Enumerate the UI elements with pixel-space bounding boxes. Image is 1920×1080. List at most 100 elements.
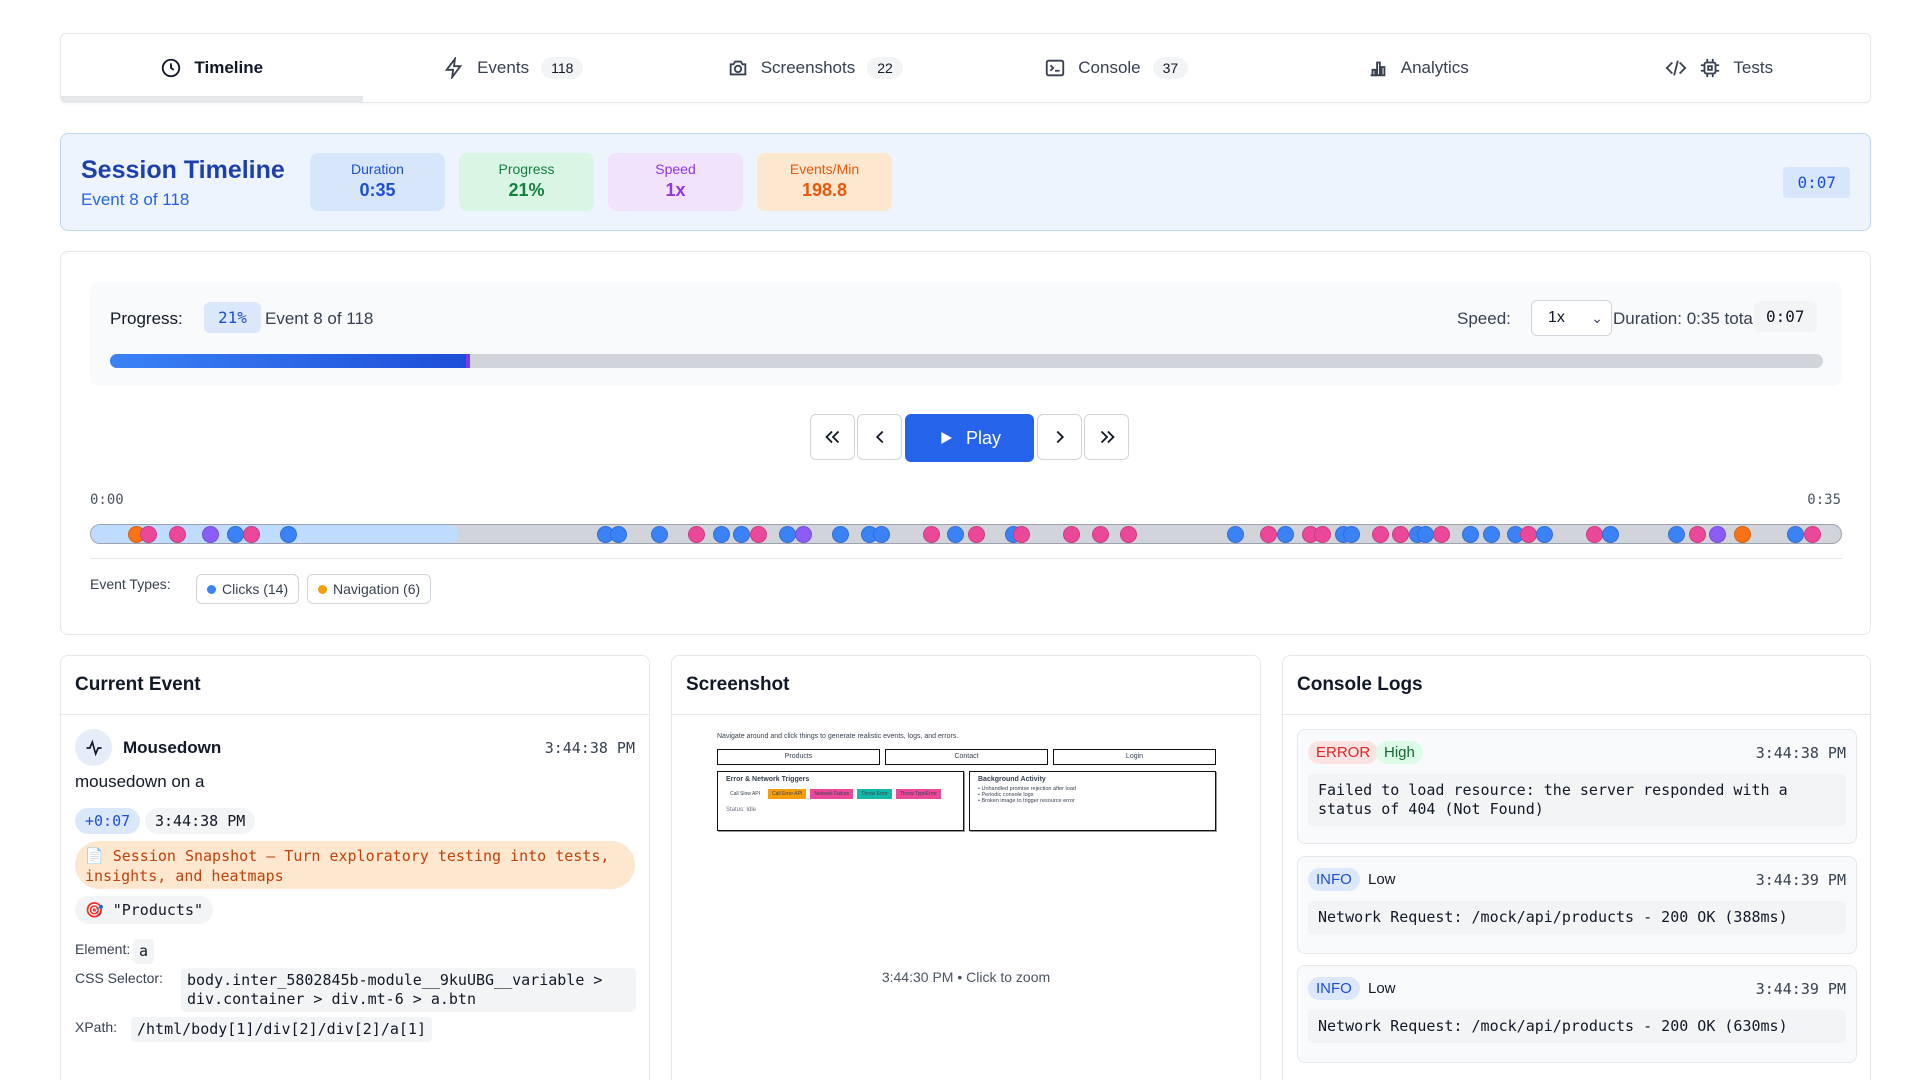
- timeline-event-marker[interactable]: [712, 526, 730, 543]
- timeline-event-marker[interactable]: [1416, 526, 1434, 543]
- tab-tests[interactable]: Tests: [1569, 34, 1871, 102]
- timeline-end-label: 0:35: [1807, 492, 1841, 508]
- terminal-icon: [1046, 59, 1065, 77]
- timeline-event-marker[interactable]: [1803, 526, 1821, 543]
- timeline-event-marker[interactable]: [1013, 526, 1031, 543]
- mini-button: Call Error API: [768, 789, 807, 799]
- previous-event-button[interactable]: [857, 414, 902, 460]
- mini-box-title: Background Activity: [978, 776, 1046, 783]
- mini-button: Network Failure: [810, 789, 854, 799]
- skip-to-start-button[interactable]: [810, 414, 855, 460]
- tab-label: Events: [477, 58, 530, 77]
- legend-navigation[interactable]: Navigation (6): [307, 574, 432, 604]
- current-time-display: 0:07: [1754, 301, 1817, 332]
- tab-timeline[interactable]: Timeline: [61, 34, 363, 102]
- timeline-event-marker[interactable]: [1733, 526, 1751, 543]
- playback-controls: Play: [810, 414, 1129, 462]
- tab-label: Analytics: [1400, 58, 1469, 77]
- timeline-event-marker[interactable]: [795, 526, 813, 543]
- progress-event-text: Event 8 of 118: [265, 309, 374, 328]
- xpath-value: /html/body[1]/div[2]/div[2]/a[1]: [131, 1017, 432, 1042]
- log-time: 3:44:39 PM: [1755, 871, 1846, 889]
- tab-bar: Timeline Events 118 Screenshots 22 Conso…: [60, 33, 1871, 103]
- timeline-event-marker[interactable]: [873, 526, 891, 543]
- log-time: 3:44:39 PM: [1755, 980, 1846, 998]
- timeline-event-marker[interactable]: [1342, 526, 1360, 543]
- double-chevron-right-icon: [1100, 430, 1115, 444]
- current-event-panel: Current Event Mousedown 3:44:38 PM mouse…: [60, 655, 650, 1080]
- tab-label: Screenshots: [760, 58, 856, 77]
- event-timeline[interactable]: [90, 524, 1842, 544]
- tab-screenshots[interactable]: Screenshots 22: [664, 34, 966, 102]
- timeline-event-marker[interactable]: [1536, 526, 1554, 543]
- timeline-event-marker[interactable]: [1062, 526, 1080, 543]
- absolute-time-badge: 3:44:38 PM: [145, 808, 256, 834]
- timeline-event-marker[interactable]: [1602, 526, 1620, 543]
- timeline-event-marker[interactable]: [1668, 526, 1686, 543]
- stat-duration: Duration 0:35: [310, 153, 445, 211]
- skip-to-end-button[interactable]: [1084, 414, 1129, 460]
- speed-select[interactable]: 1x ⌄: [1531, 300, 1612, 336]
- timeline-event-marker[interactable]: [778, 526, 796, 543]
- legend-label: Clicks (14): [222, 581, 289, 597]
- clock-icon: [162, 58, 181, 78]
- mini-button-row: Call Slow API Call Error API Network Fai…: [726, 789, 955, 799]
- timeline-event-marker[interactable]: [1392, 526, 1410, 543]
- timeline-event-marker[interactable]: [688, 526, 706, 543]
- screenshot-thumbnail[interactable]: Navigate around and click things to gene…: [717, 733, 1221, 855]
- chevron-right-icon: [1056, 430, 1064, 444]
- log-priority-badge: Low: [1368, 871, 1396, 888]
- legend-clicks[interactable]: Clicks (14): [196, 574, 300, 604]
- timeline-event-marker[interactable]: [1120, 526, 1138, 543]
- timeline-event-marker[interactable]: [1433, 526, 1451, 543]
- timeline-event-marker[interactable]: [1313, 526, 1331, 543]
- play-button[interactable]: Play: [905, 414, 1034, 462]
- timeline-event-marker[interactable]: [1462, 526, 1480, 543]
- timeline-event-marker[interactable]: [1227, 526, 1245, 543]
- stat-value: 1x: [665, 180, 686, 200]
- timeline-event-marker[interactable]: [1091, 526, 1109, 543]
- next-event-button[interactable]: [1037, 414, 1082, 460]
- timeline-event-marker[interactable]: [1585, 526, 1603, 543]
- log-priority-badge: Low: [1368, 980, 1396, 997]
- log-entry[interactable]: INFO Low 3:44:39 PM Network Request: /mo…: [1297, 856, 1857, 954]
- css-selector-value: body.inter_5802845b-module__9kuUBG__vari…: [181, 968, 636, 1012]
- player-panel: Progress: 21% Event 8 of 118 Speed: 1x ⌄…: [60, 251, 1871, 635]
- timeline-event-marker[interactable]: [1482, 526, 1500, 543]
- timeline-event-marker[interactable]: [947, 526, 965, 543]
- timeline-event-marker[interactable]: [1688, 526, 1706, 543]
- mini-list-item: • Broken image to trigger resource error: [978, 798, 1075, 804]
- timeline-event-marker[interactable]: [609, 526, 627, 543]
- chevron-left-icon: [875, 430, 883, 444]
- timeline-event-marker[interactable]: [832, 526, 850, 543]
- mini-box-title: Error & Network Triggers: [726, 776, 810, 783]
- timeline-event-marker[interactable]: [1787, 526, 1805, 543]
- panel-title: Console Logs: [1283, 656, 1870, 715]
- timeline-event-marker[interactable]: [733, 526, 751, 543]
- timeline-event-marker[interactable]: [1519, 526, 1537, 543]
- log-message: Failed to load resource: the server resp…: [1308, 774, 1846, 826]
- progress-bar[interactable]: [110, 354, 1823, 368]
- timeline-event-marker[interactable]: [749, 526, 767, 543]
- timeline-event-marker[interactable]: [1260, 526, 1278, 543]
- timeline-event-marker[interactable]: [922, 526, 940, 543]
- timeline-event-marker[interactable]: [1709, 526, 1727, 543]
- log-level-badge: INFO: [1308, 977, 1360, 1000]
- timeline-event-marker[interactable]: [1276, 526, 1294, 543]
- tab-count-badge: 37: [1152, 57, 1189, 79]
- timeline-event-marker[interactable]: [226, 526, 244, 543]
- divider: [90, 558, 1842, 559]
- timeline-event-marker[interactable]: [651, 526, 668, 543]
- tab-console[interactable]: Console 37: [966, 34, 1268, 102]
- log-entry[interactable]: INFO Low 3:44:39 PM Network Request: /mo…: [1297, 965, 1857, 1063]
- timeline-event-marker[interactable]: [1371, 526, 1389, 543]
- tab-events[interactable]: Events 118: [363, 34, 665, 102]
- log-message: Network Request: /mock/api/products - 20…: [1308, 1010, 1846, 1043]
- timeline-event-marker[interactable]: [968, 526, 986, 543]
- log-level-badge: ERROR: [1308, 741, 1379, 764]
- tab-analytics[interactable]: Analytics: [1267, 34, 1569, 102]
- event-types-label: Event Types:: [90, 576, 171, 592]
- log-entry[interactable]: ERROR High 3:44:38 PM Failed to load res…: [1297, 729, 1857, 844]
- chevron-down-icon: ⌄: [1591, 310, 1603, 326]
- stat-label: Speed: [655, 161, 696, 177]
